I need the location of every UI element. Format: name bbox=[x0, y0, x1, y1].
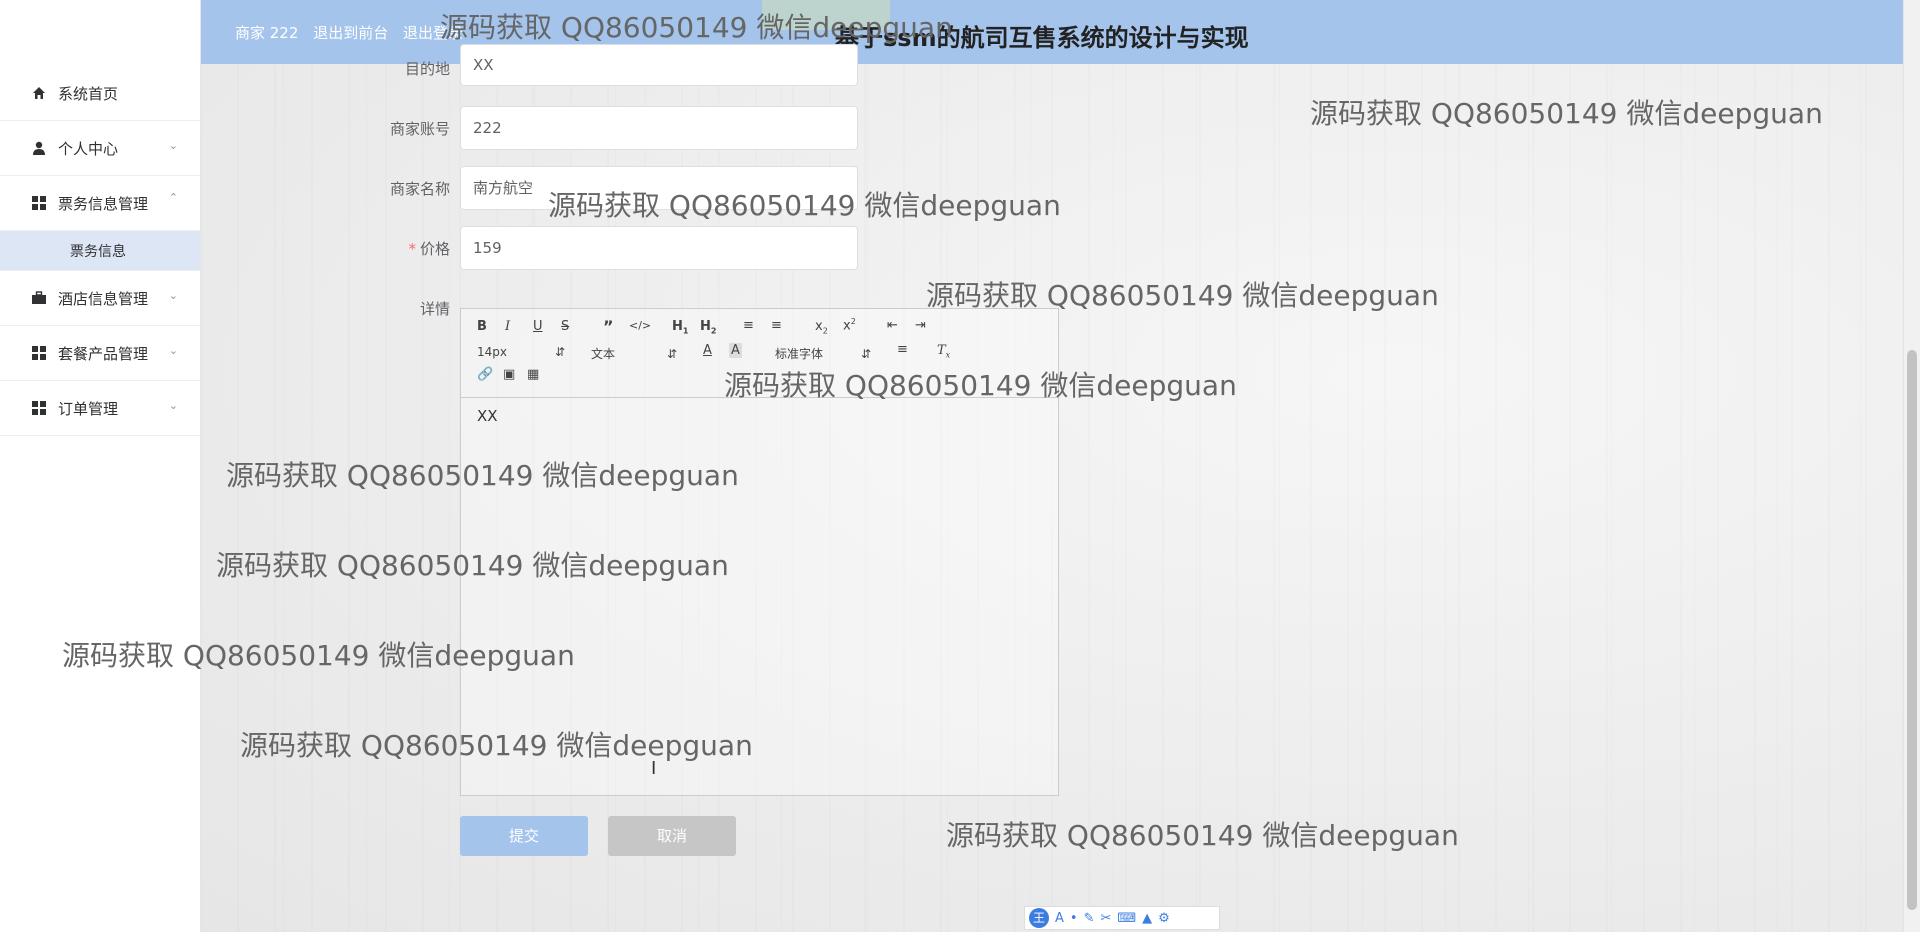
heading1-icon[interactable]: H1 bbox=[672, 319, 688, 336]
ime-keyboard-icon[interactable]: ⌨ bbox=[1117, 911, 1136, 926]
grid-icon bbox=[32, 196, 46, 210]
home-icon bbox=[33, 87, 45, 99]
cancel-button[interactable]: 取消 bbox=[608, 816, 736, 856]
grid-icon bbox=[32, 346, 46, 360]
back-to-frontend-link[interactable]: 退出到前台 bbox=[313, 24, 388, 42]
ime-shirt-icon[interactable]: ▲ bbox=[1142, 911, 1152, 926]
video-icon[interactable]: ▦ bbox=[527, 367, 539, 382]
grid-icon bbox=[32, 401, 46, 415]
font-size-select[interactable]: 14px ⇵ bbox=[477, 345, 565, 359]
indent-icon[interactable]: ⇥ bbox=[915, 318, 926, 333]
select-arrow-icon: ⇵ bbox=[667, 347, 678, 361]
sidebar-item-personal-center[interactable]: 个人中心 ⌄ bbox=[0, 121, 200, 176]
watermark: 源码获取 QQ86050149 微信deepguan bbox=[216, 549, 729, 582]
watermark: 源码获取 QQ86050149 微信deepguan bbox=[440, 11, 953, 44]
sidebar-item-label: 个人中心 bbox=[58, 139, 119, 158]
sidebar-item-label: 票务信息管理 bbox=[58, 194, 149, 213]
watermark: 源码获取 QQ86050149 微信deepguan bbox=[226, 459, 739, 492]
ime-scissors-icon[interactable]: ✂ bbox=[1100, 911, 1111, 926]
clear-format-icon[interactable]: Tx bbox=[937, 343, 950, 360]
select-arrow-icon: ⇵ bbox=[555, 345, 566, 359]
details-label: 详情 bbox=[419, 300, 450, 318]
watermark: 源码获取 QQ86050149 微信deepguan bbox=[1310, 97, 1823, 130]
required-mark: * bbox=[408, 240, 416, 258]
ime-logo-icon[interactable]: 王 bbox=[1029, 908, 1049, 928]
user-icon bbox=[33, 141, 45, 155]
align-icon[interactable]: ≡ bbox=[897, 342, 908, 357]
font-color-icon[interactable]: A bbox=[703, 343, 712, 358]
merchant-name-label: 商家名称 bbox=[389, 180, 450, 198]
watermark: 源码获取 QQ86050149 微信deepguan bbox=[946, 819, 1459, 852]
sidebar: 系统首页 个人中心 ⌄ 票务信息管理 ⌃ 票务信息 酒店信息管理 ⌄ 套餐产品管… bbox=[0, 0, 201, 932]
sidebar-subitem-label: 票务信息 bbox=[70, 243, 126, 260]
text-type-select[interactable]: 文本 ⇵ bbox=[591, 345, 677, 362]
merchant-account-input[interactable]: 222 bbox=[460, 106, 858, 150]
submit-button[interactable]: 提交 bbox=[460, 816, 588, 856]
bold-icon[interactable]: B bbox=[477, 319, 487, 334]
sidebar-item-package-management[interactable]: 套餐产品管理 ⌄ bbox=[0, 326, 200, 381]
italic-icon[interactable]: I bbox=[505, 319, 510, 334]
chevron-up-icon: ⌃ bbox=[168, 191, 178, 204]
watermark: 源码获取 QQ86050149 微信deepguan bbox=[240, 729, 753, 762]
editor-content[interactable]: XX bbox=[477, 407, 498, 425]
sidebar-item-hotel-management[interactable]: 酒店信息管理 ⌄ bbox=[0, 271, 200, 326]
sidebar-item-home[interactable]: 系统首页 bbox=[0, 66, 200, 121]
code-block-icon[interactable]: </> bbox=[629, 319, 651, 332]
merchant-account-label: 商家账号 bbox=[389, 120, 450, 138]
merchant-user-label: 商家 222 bbox=[235, 24, 299, 42]
chevron-down-icon: ⌄ bbox=[168, 399, 178, 412]
font-family-select[interactable]: 标准字体 ⇵ bbox=[775, 345, 871, 362]
watermark: 源码获取 QQ86050149 微信deepguan bbox=[724, 369, 1237, 402]
sidebar-subitem-ticket-info[interactable]: 票务信息 bbox=[0, 231, 200, 271]
briefcase-icon bbox=[32, 291, 46, 304]
chevron-down-icon: ⌄ bbox=[168, 289, 178, 302]
font-size-value: 14px bbox=[477, 345, 507, 359]
outdent-icon[interactable]: ⇤ bbox=[887, 318, 898, 333]
text-type-value: 文本 bbox=[591, 347, 616, 361]
watermark: 源码获取 QQ86050149 微信deepguan bbox=[62, 639, 575, 672]
sidebar-menu: 系统首页 个人中心 ⌄ 票务信息管理 ⌃ 票务信息 酒店信息管理 ⌄ 套餐产品管… bbox=[0, 66, 200, 436]
heading2-icon[interactable]: H2 bbox=[700, 319, 716, 336]
subscript-icon[interactable]: x2 bbox=[815, 319, 828, 336]
bullet-list-icon[interactable]: ≡ bbox=[771, 318, 782, 333]
sidebar-item-label: 订单管理 bbox=[58, 399, 119, 418]
sidebar-item-label: 系统首页 bbox=[58, 84, 119, 103]
watermark: 源码获取 QQ86050149 微信deepguan bbox=[548, 189, 1061, 222]
select-arrow-icon: ⇵ bbox=[861, 347, 872, 361]
blockquote-icon[interactable]: ” bbox=[603, 317, 614, 336]
price-label: * 价格 bbox=[200, 238, 450, 259]
ime-pen-icon[interactable]: ✎ bbox=[1084, 911, 1095, 926]
ordered-list-icon[interactable]: ≡ bbox=[743, 318, 754, 333]
superscript-icon[interactable]: x2 bbox=[843, 317, 856, 333]
ime-toolbar[interactable]: 王 A • ✎ ✂ ⌨ ▲ ⚙ bbox=[1024, 906, 1220, 930]
price-input[interactable]: 159 bbox=[460, 226, 858, 270]
header-user-links: 商家 222 退出到前台 退出登录 bbox=[235, 22, 473, 43]
chevron-down-icon: ⌄ bbox=[168, 344, 178, 357]
underline-icon[interactable]: U bbox=[533, 319, 543, 334]
image-icon[interactable]: ▣ bbox=[503, 367, 515, 382]
sidebar-item-order-management[interactable]: 订单管理 ⌄ bbox=[0, 381, 200, 436]
page-scrollbar[interactable] bbox=[1903, 0, 1920, 932]
destination-input[interactable]: XX bbox=[460, 44, 858, 86]
sidebar-item-ticket-management[interactable]: 票务信息管理 ⌃ bbox=[0, 176, 200, 231]
sidebar-item-label: 套餐产品管理 bbox=[58, 344, 149, 363]
price-label-text: 价格 bbox=[419, 240, 450, 258]
destination-label: 目的地 bbox=[404, 60, 450, 78]
font-family-value: 标准字体 bbox=[775, 347, 824, 361]
link-icon[interactable]: 🔗 bbox=[477, 367, 493, 382]
chevron-down-icon: ⌄ bbox=[168, 139, 178, 152]
scrollbar-thumb[interactable] bbox=[1907, 350, 1917, 910]
background-color-icon[interactable]: A bbox=[729, 343, 742, 358]
sidebar-item-label: 酒店信息管理 bbox=[58, 289, 149, 308]
watermark: 源码获取 QQ86050149 微信deepguan bbox=[926, 279, 1439, 312]
strikethrough-icon[interactable]: S bbox=[561, 319, 569, 334]
ime-settings-icon[interactable]: ⚙ bbox=[1158, 911, 1170, 926]
ime-font-icon[interactable]: A bbox=[1055, 911, 1064, 926]
ime-punct-icon[interactable]: • bbox=[1070, 911, 1078, 926]
